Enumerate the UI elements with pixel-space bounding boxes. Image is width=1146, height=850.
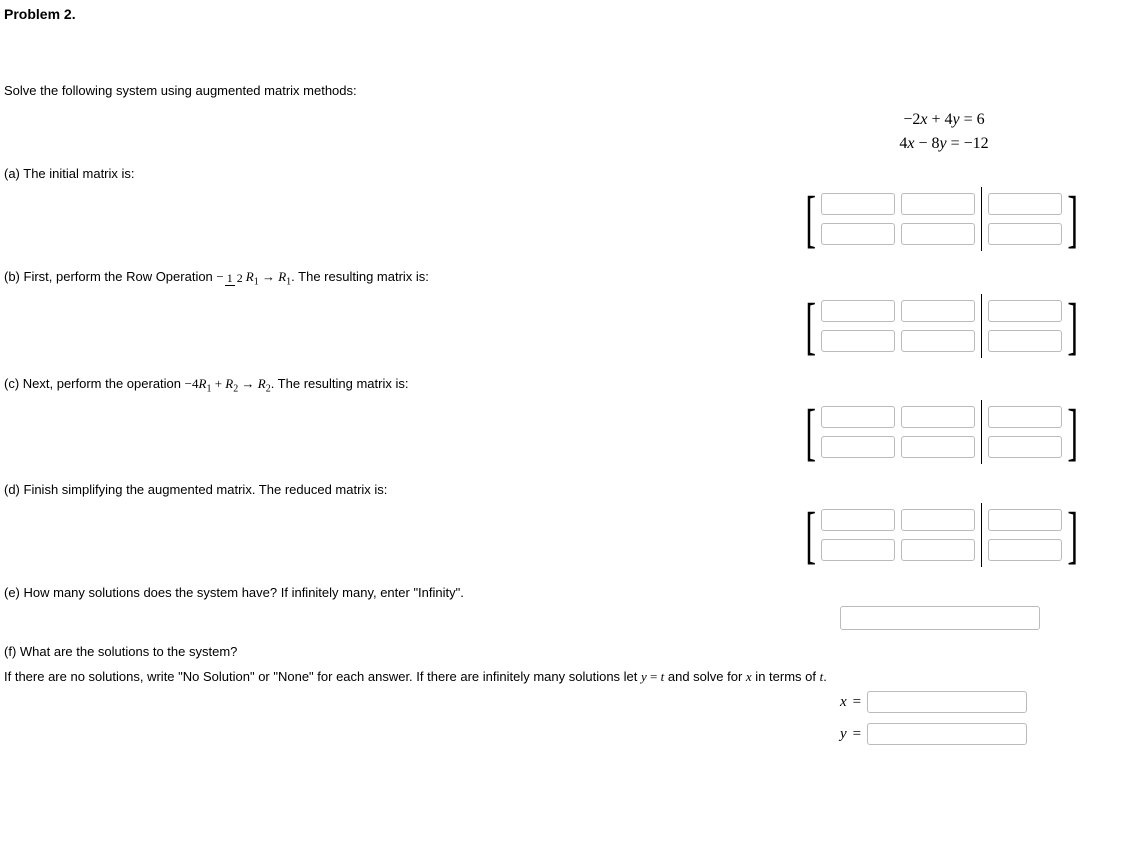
augment-bar [981,503,982,567]
augment-bar [981,187,982,251]
matrix-c-r1c3[interactable] [988,406,1062,428]
matrix-c-r1c1[interactable] [821,406,895,428]
matrix-a-r2c2[interactable] [901,223,975,245]
matrix-c-r2c1[interactable] [821,436,895,458]
matrix-c-r1c2[interactable] [901,406,975,428]
matrix-d: [ ] [800,503,1146,567]
part-d-label: (d) Finish simplifying the augmented mat… [4,482,1146,497]
matrix-a: [ ] [800,187,1146,251]
matrix-b-r2c1[interactable] [821,330,895,352]
augment-bar [981,294,982,358]
matrix-c: [ ] [800,400,1146,464]
matrix-a-r2c1[interactable] [821,223,895,245]
system-equations: −2x + 4y = 6 4x − 8y = −12 [844,108,1044,156]
right-bracket: ] [1068,503,1079,567]
part-a-label: (a) The initial matrix is: [4,166,1146,181]
redacted-tag [2,46,46,66]
matrix-b-r1c2[interactable] [901,300,975,322]
matrix-b-r2c2[interactable] [901,330,975,352]
right-bracket: ] [1068,294,1079,358]
matrix-a-r1c2[interactable] [901,193,975,215]
instruction-text: Solve the following system using augment… [4,83,1146,98]
matrix-a-r1c3[interactable] [988,193,1062,215]
part-f-label-1: (f) What are the solutions to the system… [4,644,1146,659]
matrix-b: [ ] [800,294,1146,358]
problem-title: Problem 2. [4,6,1146,22]
part-c-label: (c) Next, perform the operation −4R1 + R… [4,376,1146,395]
right-bracket: ] [1068,187,1079,251]
matrix-d-r1c3[interactable] [988,509,1062,531]
right-bracket: ] [1068,400,1079,464]
matrix-b-r1c3[interactable] [988,300,1062,322]
matrix-c-r2c3[interactable] [988,436,1062,458]
part-b-label: (b) First, perform the Row Operation −12… [4,269,1146,288]
left-bracket: [ [805,187,816,251]
num-solutions-input[interactable] [840,606,1040,630]
solution-y-input[interactable] [867,723,1027,745]
left-bracket: [ [805,294,816,358]
equation-2: 4x − 8y = −12 [844,132,1044,156]
matrix-a-r1c1[interactable] [821,193,895,215]
part-e-label: (e) How many solutions does the system h… [4,585,1146,600]
matrix-d-r1c2[interactable] [901,509,975,531]
matrix-a-r2c3[interactable] [988,223,1062,245]
matrix-b-r2c3[interactable] [988,330,1062,352]
left-bracket: [ [805,503,816,567]
matrix-c-r2c2[interactable] [901,436,975,458]
matrix-d-r2c2[interactable] [901,539,975,561]
matrix-d-r2c1[interactable] [821,539,895,561]
augment-bar [981,400,982,464]
solution-x-row: x= [840,691,1146,713]
part-f-label-2: If there are no solutions, write "No Sol… [4,669,1146,685]
matrix-b-r1c1[interactable] [821,300,895,322]
left-bracket: [ [805,400,816,464]
matrix-d-r1c1[interactable] [821,509,895,531]
solution-x-input[interactable] [867,691,1027,713]
equation-1: −2x + 4y = 6 [844,108,1044,132]
matrix-d-r2c3[interactable] [988,539,1062,561]
solution-y-row: y= [840,723,1146,745]
